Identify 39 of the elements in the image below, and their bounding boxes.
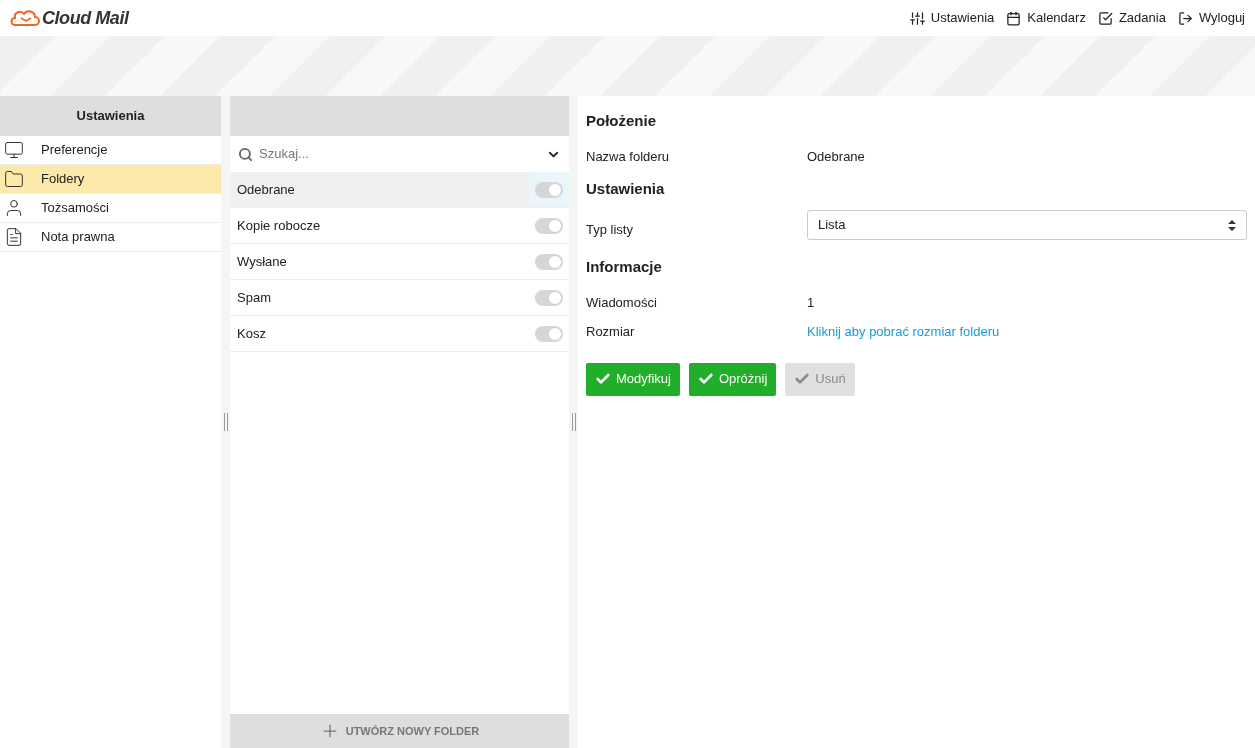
nav-link[interactable]: Kalendarz <box>1006 8 1086 28</box>
toggle-switch[interactable] <box>535 217 563 234</box>
check-icon <box>595 371 611 387</box>
nav-link[interactable]: Zadania <box>1097 8 1166 28</box>
resize-handle[interactable] <box>571 413 576 431</box>
nav-link[interactable]: Ustawienia <box>909 8 995 28</box>
toggle-switch[interactable] <box>535 181 563 198</box>
search-icon <box>238 146 253 162</box>
section-title: Położenie <box>586 111 657 131</box>
field-label: Typ listy <box>586 221 634 240</box>
resize-handle[interactable] <box>223 413 228 431</box>
document-icon <box>4 227 24 247</box>
field-label: Rozmiar <box>586 323 636 342</box>
sidebar-item[interactable]: Foldery <box>0 165 221 194</box>
tasks-icon <box>1097 10 1113 26</box>
logo-text: Cloud Mail <box>42 6 129 30</box>
field-value: Odebrane <box>807 148 865 167</box>
sort-arrows-icon <box>1228 219 1236 231</box>
calendar-icon <box>1006 10 1022 26</box>
logout-icon <box>1177 10 1193 26</box>
settings-icon <box>909 10 925 26</box>
section-title: Ustawienia <box>586 178 666 199</box>
toggle-switch[interactable] <box>535 325 563 342</box>
cloud-logo-icon <box>10 9 40 27</box>
toggle-switch[interactable] <box>535 289 563 306</box>
section-title: Informacje <box>586 257 663 277</box>
folder-icon <box>4 169 24 189</box>
folder-row[interactable]: Odebrane <box>230 172 569 208</box>
person-icon <box>4 198 24 218</box>
toggle-switch[interactable] <box>535 253 563 270</box>
sidebar-title: Ustawienia <box>0 96 221 136</box>
nav-link[interactable]: Wyloguj <box>1177 8 1245 28</box>
field-label: Nazwa folderu <box>586 148 671 167</box>
check-icon <box>794 371 811 387</box>
field-label: Wiadomości <box>586 294 658 313</box>
list-type-select[interactable]: Lista <box>807 210 1247 240</box>
check-icon <box>697 371 714 387</box>
field-value: 1 <box>807 294 815 313</box>
search-field[interactable]: Szukaj... <box>259 144 540 164</box>
